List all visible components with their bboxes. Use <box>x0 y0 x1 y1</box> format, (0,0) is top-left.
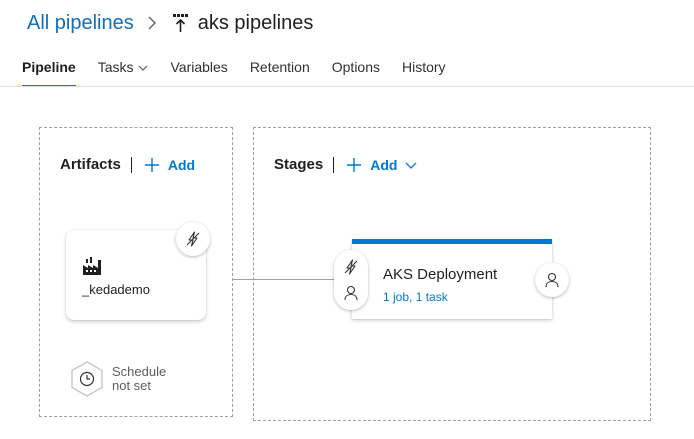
tab-options[interactable]: Options <box>332 56 380 87</box>
pre-deployment-conditions <box>334 250 368 310</box>
artifacts-header: Artifacts Add <box>60 156 195 173</box>
chevron-down-icon <box>139 65 148 71</box>
tab-history[interactable]: History <box>402 56 446 87</box>
person-icon <box>545 272 559 288</box>
plus-icon <box>347 157 362 172</box>
plus-icon <box>144 157 159 172</box>
release-pipeline-icon <box>172 13 190 33</box>
tab-variables-label: Variables <box>170 59 228 75</box>
tab-tasks-label: Tasks <box>97 59 134 75</box>
add-stage-button[interactable]: Add <box>346 157 425 173</box>
all-pipelines-link[interactable]: All pipelines <box>27 12 134 35</box>
lightning-icon <box>186 231 200 247</box>
tab-bar: Pipeline Tasks Variables Retention Optio… <box>22 56 468 87</box>
tab-retention-label: Retention <box>249 59 310 75</box>
tab-variables[interactable]: Variables <box>170 56 227 87</box>
header-separator <box>333 156 335 173</box>
schedule-text: Schedule not set <box>112 365 166 393</box>
stages-header: Stages Add <box>274 156 425 173</box>
tab-retention[interactable]: Retention <box>250 56 310 87</box>
post-deployment-approvals-button[interactable] <box>535 263 569 297</box>
continuous-deployment-trigger-button[interactable] <box>176 222 210 256</box>
pre-deployment-approvals-button[interactable] <box>334 282 368 304</box>
add-artifact-button[interactable]: Add <box>144 157 195 173</box>
build-icon <box>83 257 101 275</box>
schedule-trigger[interactable]: Schedule not set <box>69 360 166 398</box>
schedule-clock-icon <box>71 361 103 397</box>
stage-summary-link[interactable]: 1 job, 1 task <box>383 290 448 304</box>
chevron-right-icon <box>147 13 161 33</box>
schedule-line-1: Schedule <box>112 364 167 379</box>
artifacts-title: Artifacts <box>60 156 121 173</box>
stage-name: AKS Deployment <box>383 266 498 283</box>
artifact-name: _kedademo <box>82 282 150 297</box>
tab-tasks[interactable]: Tasks <box>98 56 149 87</box>
chevron-down-icon <box>405 162 417 169</box>
breadcrumb: All pipelines aks pipelines <box>27 9 313 37</box>
tab-pipeline[interactable]: Pipeline <box>22 56 76 87</box>
schedule-line-2: not set <box>112 378 152 393</box>
stages-title: Stages <box>274 156 324 173</box>
tab-history-label: History <box>402 59 446 75</box>
person-icon <box>344 285 358 301</box>
tab-divider <box>0 86 694 87</box>
add-stage-label: Add <box>370 156 398 173</box>
header-separator <box>130 156 132 173</box>
tab-options-label: Options <box>331 59 380 75</box>
stage-card[interactable]: AKS Deployment 1 job, 1 task <box>352 239 552 319</box>
add-artifact-label: Add <box>167 156 196 173</box>
page-title: aks pipelines <box>197 11 314 34</box>
artifact-stage-connector <box>233 279 337 280</box>
pre-deployment-trigger-button[interactable] <box>334 256 368 278</box>
tab-pipeline-label: Pipeline <box>22 59 76 75</box>
lightning-icon <box>344 259 358 275</box>
